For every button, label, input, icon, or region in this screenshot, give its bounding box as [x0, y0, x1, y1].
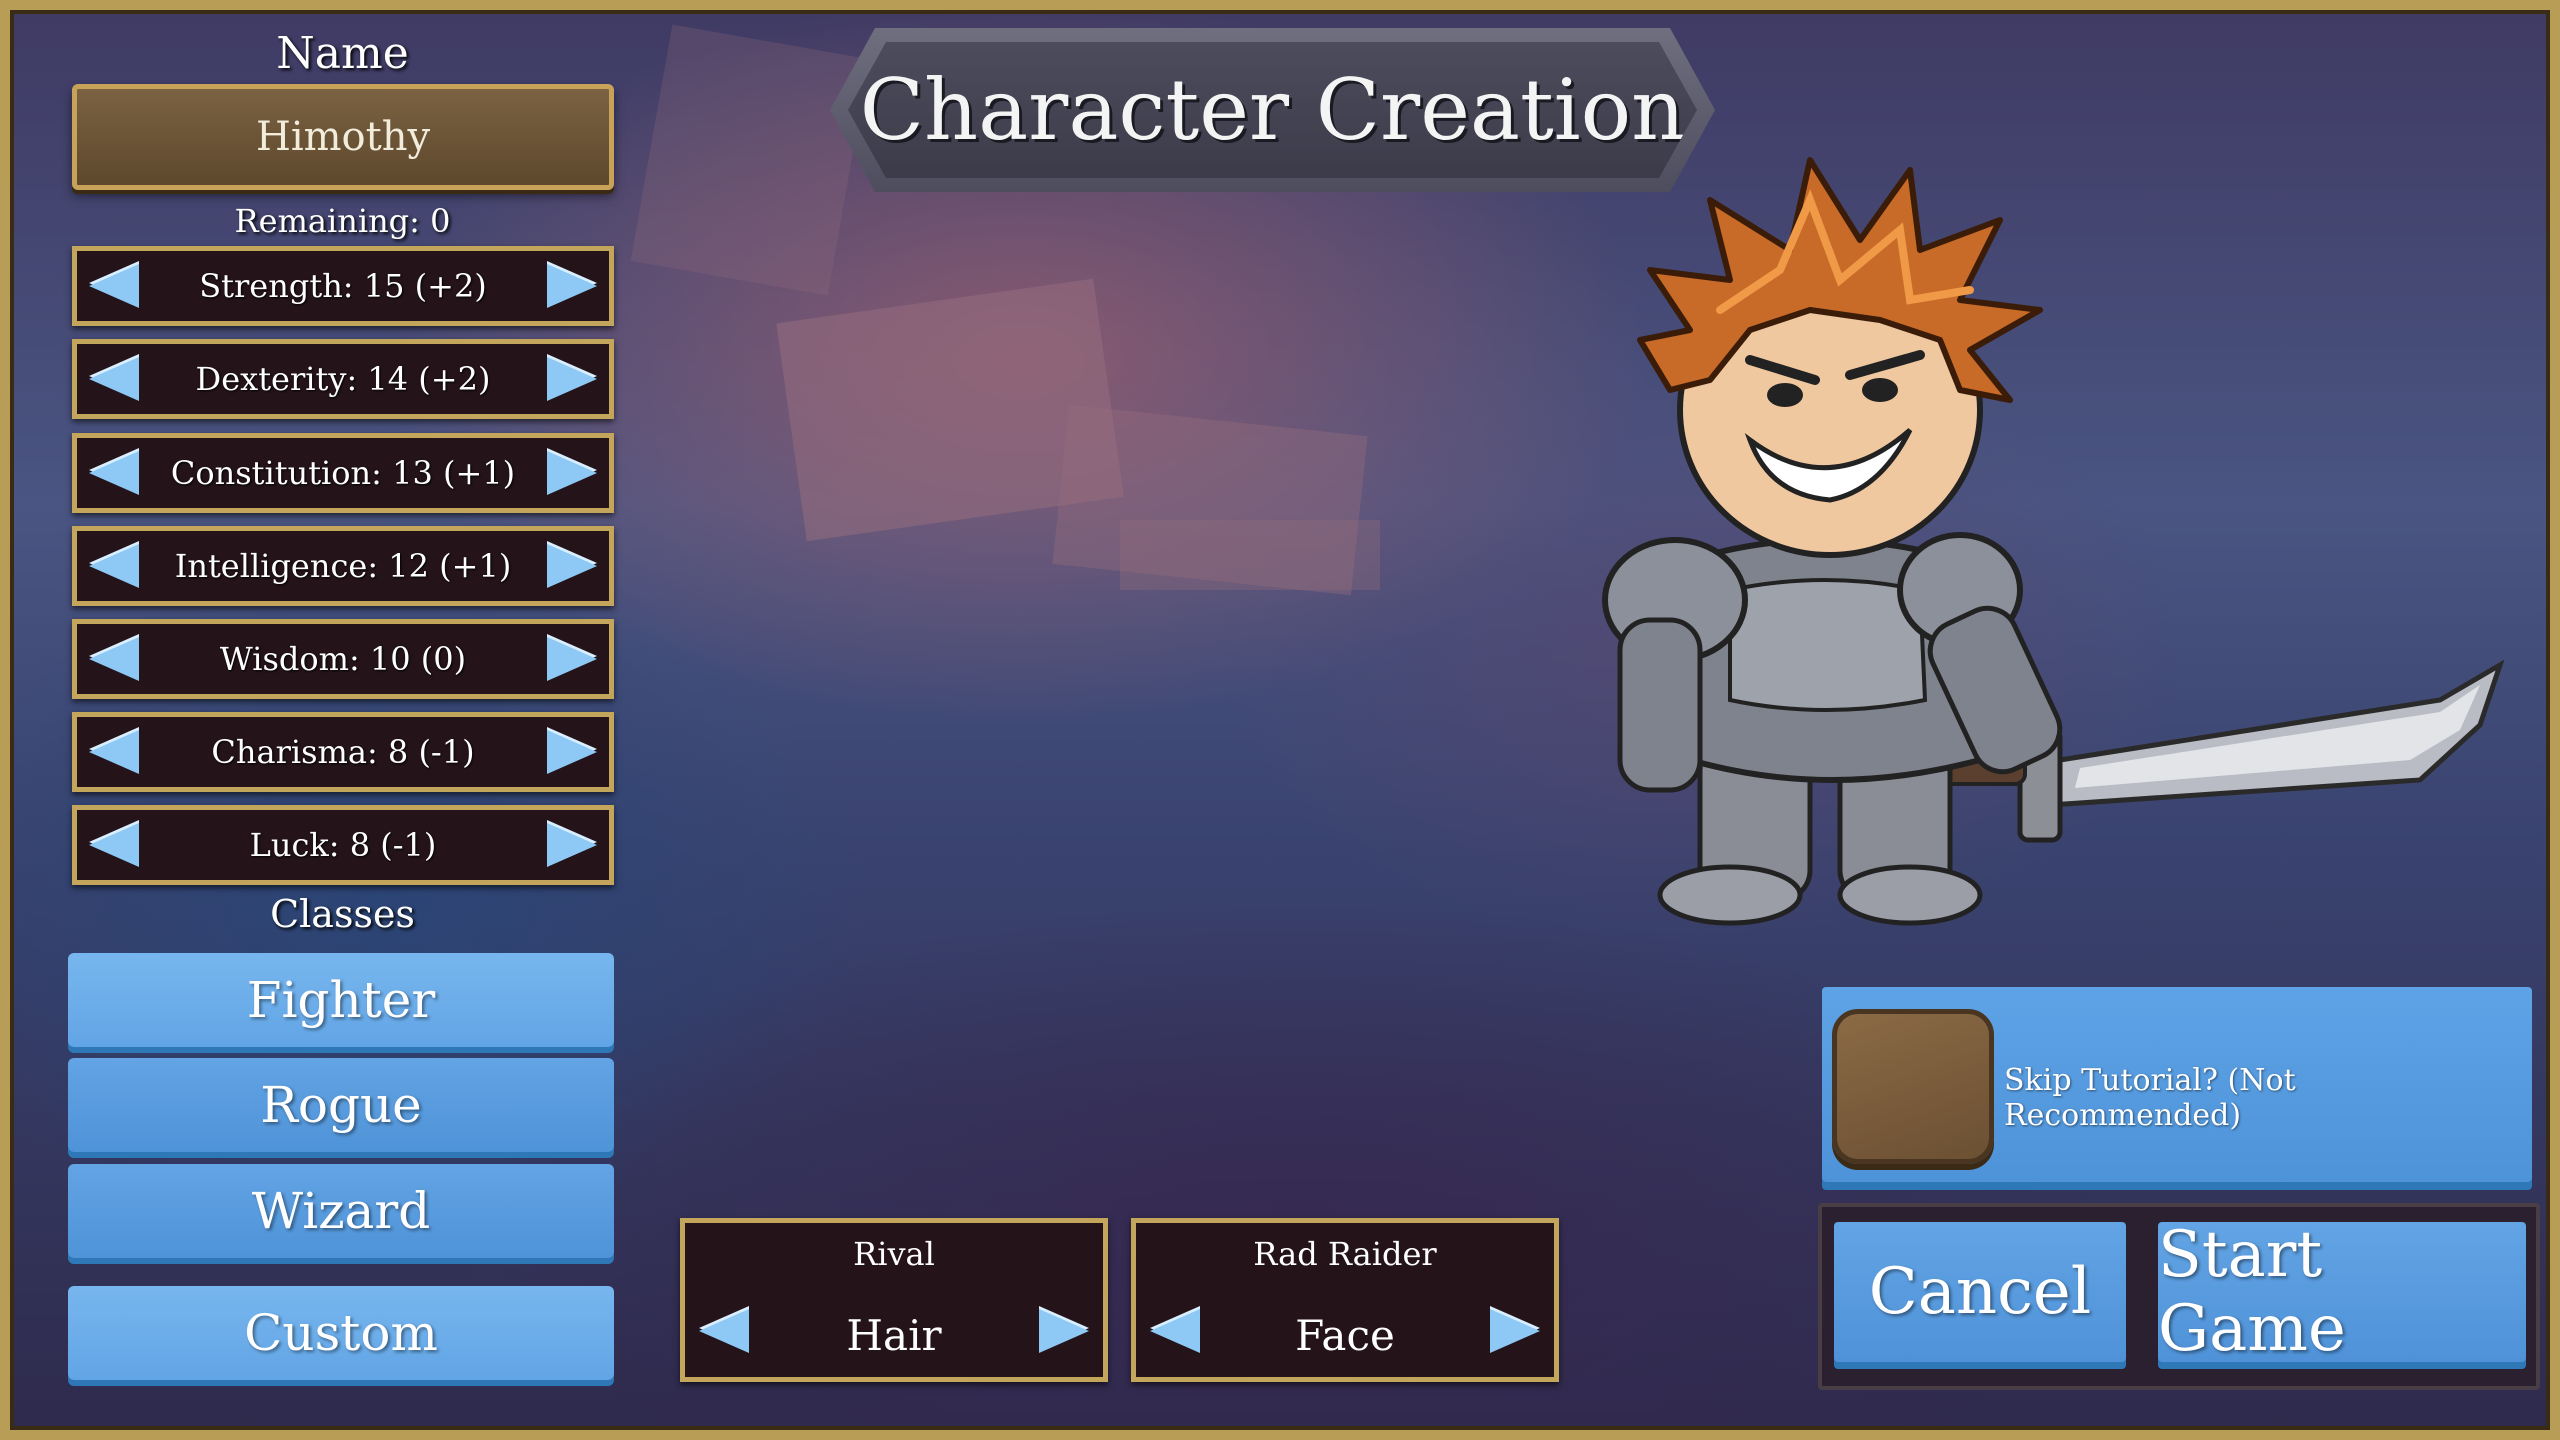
cancel-button[interactable]: Cancel	[1834, 1222, 2126, 1362]
class-custom-button[interactable]: Custom	[68, 1286, 614, 1380]
right-arrow-icon[interactable]	[547, 544, 597, 588]
left-arrow-icon[interactable]	[89, 451, 139, 495]
character-portrait	[1602, 157, 2505, 926]
name-input[interactable]: Himothy	[72, 84, 614, 190]
stat-value: Intelligence: 12 (+1)	[174, 547, 512, 585]
skip-tutorial-panel: Skip Tutorial? (Not Recommended)	[1822, 987, 2532, 1182]
stat-strength: Strength: 15 (+2)	[72, 246, 614, 326]
start-game-button[interactable]: Start Game	[2158, 1218, 2526, 1366]
face-style-name: Rad Raider	[1253, 1235, 1437, 1273]
stat-value: Wisdom: 10 (0)	[219, 640, 467, 678]
skip-tutorial-checkbox[interactable]	[1832, 1009, 1994, 1164]
stat-wisdom: Wisdom: 10 (0)	[72, 619, 614, 699]
stat-luck: Luck: 8 (-1)	[72, 805, 614, 885]
right-arrow-icon[interactable]	[547, 637, 597, 681]
left-arrow-icon[interactable]	[89, 823, 139, 867]
class-fighter-button[interactable]: Fighter	[68, 953, 614, 1047]
stat-intelligence: Intelligence: 12 (+1)	[72, 526, 614, 606]
stat-constitution: Constitution: 13 (+1)	[72, 433, 614, 513]
stat-value: Strength: 15 (+2)	[199, 267, 487, 305]
skip-tutorial-label: Skip Tutorial? (Not Recommended)	[2004, 1063, 2296, 1133]
stat-value: Charisma: 8 (-1)	[211, 733, 475, 771]
stat-value: Constitution: 13 (+1)	[170, 454, 516, 492]
right-arrow-icon[interactable]	[1039, 1309, 1089, 1353]
left-arrow-icon[interactable]	[89, 544, 139, 588]
left-arrow-icon[interactable]	[89, 730, 139, 774]
page-title: Character Creation	[848, 42, 1697, 178]
hair-selector: Rival Hair	[680, 1218, 1108, 1382]
name-label: Name	[276, 28, 409, 79]
face-selector: Rad Raider Face	[1131, 1218, 1559, 1382]
classes-label: Classes	[270, 892, 415, 936]
right-arrow-icon[interactable]	[547, 451, 597, 495]
stat-value: Luck: 8 (-1)	[249, 826, 437, 864]
stat-value: Dexterity: 14 (+2)	[195, 360, 491, 398]
left-arrow-icon[interactable]	[89, 637, 139, 681]
class-wizard-button[interactable]: Wizard	[68, 1164, 614, 1258]
right-arrow-icon[interactable]	[547, 730, 597, 774]
right-arrow-icon[interactable]	[547, 264, 597, 308]
class-rogue-button[interactable]: Rogue	[68, 1058, 614, 1152]
right-arrow-icon[interactable]	[547, 823, 597, 867]
remaining-points: Remaining: 0	[234, 202, 451, 240]
hair-style-name: Rival	[853, 1235, 935, 1273]
left-arrow-icon[interactable]	[89, 357, 139, 401]
background-rock	[630, 24, 870, 296]
stat-dexterity: Dexterity: 14 (+2)	[72, 339, 614, 419]
right-arrow-icon[interactable]	[547, 357, 597, 401]
background-rock	[1120, 520, 1380, 590]
right-arrow-icon[interactable]	[1490, 1309, 1540, 1353]
left-arrow-icon[interactable]	[89, 264, 139, 308]
stat-charisma: Charisma: 8 (-1)	[72, 712, 614, 792]
